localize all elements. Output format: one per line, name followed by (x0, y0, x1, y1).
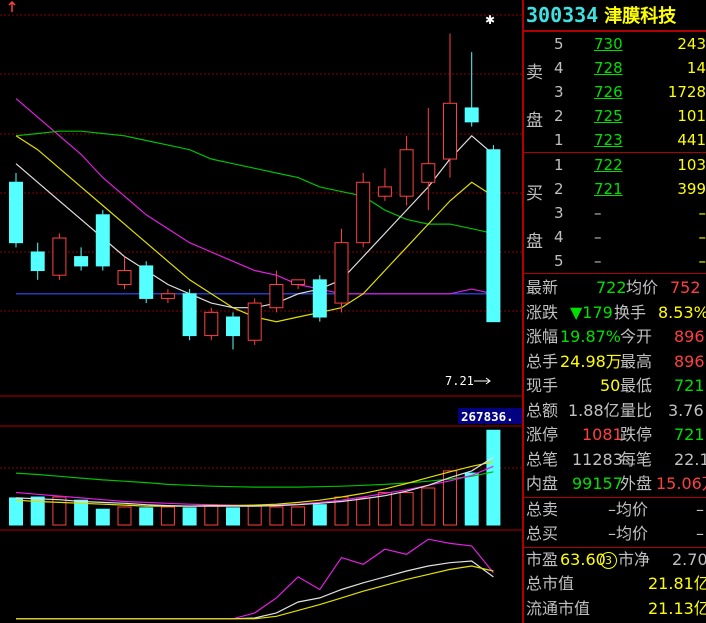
stat-row: 涨幅 19.87% 今开 896 (526, 327, 705, 346)
volume-bar (377, 492, 392, 526)
volume-bar (356, 497, 371, 526)
arrow-up-icon (8, 0, 16, 12)
buy-orderbook: 买 盘 1 722 103 2 721 399 3– – 4– – 5– – (524, 153, 706, 274)
indicator-lines (16, 538, 494, 620)
volume-bar (312, 504, 327, 526)
candle-body (226, 316, 240, 337)
stock-name: 津膜科技 (604, 6, 677, 27)
candle-body (117, 270, 132, 285)
candle-body (356, 181, 371, 244)
stat-row: 最新 722 均价 752 (526, 278, 701, 297)
candle-body (399, 149, 414, 197)
buy-row[interactable]: 2 721 399 (524, 177, 706, 201)
volume-bar (95, 508, 110, 526)
stat-row: 总额 1.88亿 量比 3.76 (526, 400, 704, 420)
candle-body (182, 293, 197, 337)
candle-body (334, 242, 349, 304)
volume-bar (486, 429, 501, 526)
candle-body (204, 311, 219, 337)
stat-row: 流通市值 21.13亿 (526, 598, 706, 618)
stat-row: 内盘 99157 外盘 15.06万 (526, 474, 706, 493)
sell-orderbook: 卖 盘 5 730 243 4 728 14 3 726 1728 2 725 101 1 723… (524, 32, 706, 153)
candle-body (377, 186, 392, 197)
stat-row: 总手 24.98万 最高 896 (526, 351, 705, 371)
quote-stats: 最新 722 均价 752 涨跌 ▼179 换手 8.53% 涨幅 19.87%… (524, 274, 706, 621)
stat-row: 市盈 63.60 3 市净 2.70 (526, 549, 706, 569)
volume-bar (464, 472, 479, 526)
buy-row[interactable]: 3– – (524, 201, 706, 225)
volume-bar (9, 497, 23, 526)
volume-bar (399, 492, 414, 526)
stat-row: 现手 50 最低 721 (526, 376, 705, 395)
candle-body (421, 163, 436, 183)
candle-body (74, 256, 89, 267)
candle-body (160, 293, 175, 299)
stat-row: 总市值 21.81亿 (526, 574, 706, 593)
volume-label: 267836. (461, 409, 514, 424)
stat-row: 涨停 1081 跌停 721 (526, 425, 705, 444)
sell-row[interactable]: 4 728 14 (524, 56, 706, 80)
volume-bar (182, 507, 197, 526)
candle-body (291, 279, 306, 285)
buy-row[interactable]: 5– – (524, 249, 706, 273)
volume-bar (52, 496, 67, 526)
price-marker-arrow (474, 377, 491, 385)
pe-badge: 3 (600, 551, 617, 569)
buy-row[interactable]: 4– – (524, 225, 706, 249)
star-marker: ✱ (485, 13, 495, 27)
indicator-line-magenta (16, 538, 494, 620)
sell-row[interactable]: 2 725 101 (524, 104, 706, 128)
stock-header: 300334 津膜科技 (524, 0, 706, 32)
stat-row: 总卖 –均价 – (526, 499, 704, 519)
volume-bar (226, 507, 240, 526)
moving-average-lines (15, 98, 494, 323)
volume-bar (421, 487, 436, 526)
indicator-line-white (16, 560, 494, 620)
stock-code: 300334 (526, 3, 599, 27)
candle-body (443, 102, 457, 160)
volume-bar (139, 507, 154, 526)
volume-bar (247, 505, 262, 526)
sell-row[interactable]: 5 730 243 (524, 32, 706, 56)
candle-body (464, 107, 479, 123)
candle-body (247, 302, 262, 341)
candle-body (139, 265, 154, 299)
candle-body (95, 214, 110, 267)
volume-bar (204, 504, 219, 526)
candle-body (30, 251, 45, 272)
volume-bar (269, 506, 284, 526)
kline-chart[interactable]: ✱ 7.21 267836. (0, 0, 522, 623)
sell-row[interactable]: 3 726 1728 (524, 80, 706, 104)
volume-bar (117, 506, 132, 526)
buy-row[interactable]: 1 722 103 (524, 153, 706, 177)
price-marker-label: 7.21 (445, 374, 474, 388)
indicator-line-yellow (16, 565, 494, 620)
stat-row: 总买 –均价 – (526, 524, 704, 543)
quote-panel: 300334 津膜科技 卖 盘 5 730 243 4 728 14 3 726 1728 … (522, 0, 706, 623)
candle-body (52, 237, 67, 276)
chart-grid (0, 14, 522, 531)
candle-body (312, 279, 327, 318)
stat-row: 总笔 11283 每笔 22.1 (526, 449, 706, 469)
sell-row[interactable]: 1 723 441 (524, 128, 706, 152)
stat-row: 涨跌 ▼179 换手 8.53% (526, 302, 706, 322)
volume-bar (291, 506, 306, 526)
candlesticks (9, 33, 501, 350)
candle-body (269, 283, 284, 309)
candle-body (486, 149, 501, 323)
volume-bar (160, 506, 175, 526)
candle-body (9, 181, 23, 244)
